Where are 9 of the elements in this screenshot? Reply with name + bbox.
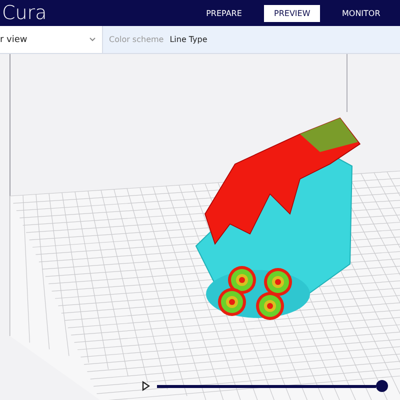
view-dropdown[interactable]: r view: [0, 26, 103, 53]
stage-tab[interactable]: PREVIEW: [264, 4, 320, 22]
color-scheme-label: Color scheme: [109, 35, 164, 44]
stage-tab[interactable]: MONITOR: [332, 4, 388, 22]
stage-tab[interactable]: PREPARE: [196, 4, 252, 22]
chevron-down-icon: [89, 37, 96, 42]
app-logo: Cura: [2, 2, 48, 24]
color-scheme-value[interactable]: Line Type: [170, 35, 208, 44]
play-icon[interactable]: [142, 381, 150, 391]
